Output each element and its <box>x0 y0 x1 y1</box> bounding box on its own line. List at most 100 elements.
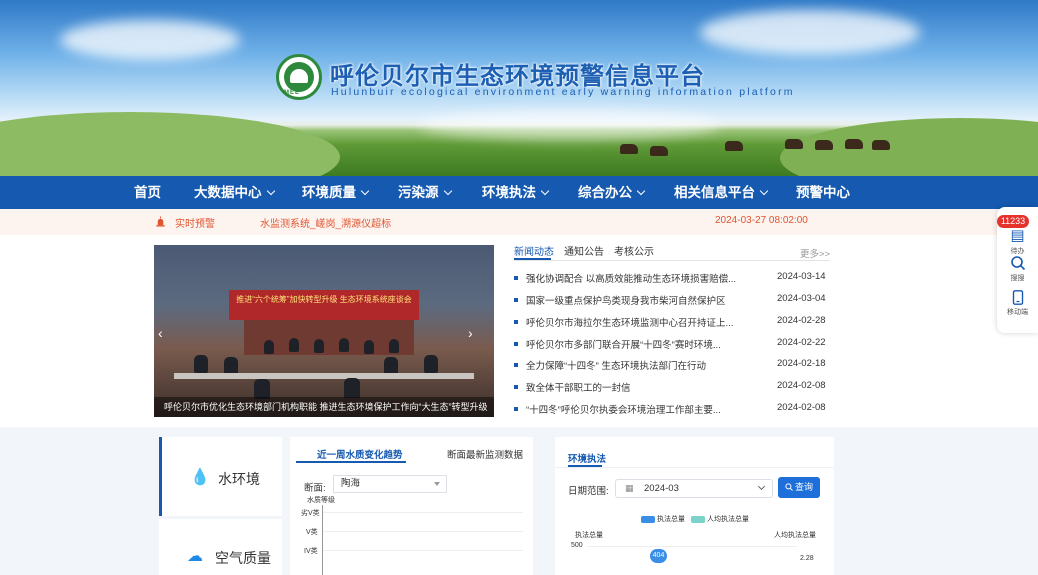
logo-emblem-icon <box>284 62 314 92</box>
news-date: 2024-03-04 <box>777 293 826 304</box>
divider <box>555 467 834 468</box>
nav-item-warning-center[interactable]: 预警中心 <box>796 176 850 209</box>
news-list-item[interactable]: “十四冬”呼伦贝尔执委会环境治理工作部主要... 2024-02-08 <box>514 402 830 418</box>
nav-item-bigdata[interactable]: 大数据中心 <box>194 176 275 209</box>
news-title: 全力保障“十四冬” 生态环境执法部门在行动 <box>526 361 706 372</box>
horse-decoration <box>620 144 638 154</box>
news-list-item[interactable]: 强化协调配合 以高质效能推动生态环境损害赔偿... 2024-03-14 <box>514 271 830 287</box>
attendee-figure <box>289 338 299 352</box>
legend-swatch <box>691 515 705 523</box>
nav-item-home[interactable]: 首页 <box>134 176 161 209</box>
calendar-icon: ▦ <box>625 483 634 493</box>
bullet-icon <box>514 342 518 346</box>
news-title: 致全体干部职工的一封信 <box>526 383 631 394</box>
legend-item: 人均执法总量 <box>691 514 749 524</box>
chevron-down-icon <box>759 186 769 196</box>
panel-title: 环境执法 <box>568 454 607 465</box>
cloud-icon: ☁ <box>187 548 203 565</box>
search-icon <box>1010 256 1025 271</box>
side-menu-water[interactable]: 💧 水环境 <box>159 437 282 516</box>
right-tick-label: 2.28 <box>800 555 814 562</box>
legend-item: 执法总量 <box>641 514 685 524</box>
meeting-banner-text: 推进“六个统筹”加快转型升级 生态环境系统座谈会 <box>236 295 412 304</box>
month-picker[interactable]: ▦ 2024-03 <box>615 479 773 498</box>
chevron-down-icon <box>636 186 646 196</box>
mobile-button[interactable]: 移动端 <box>997 290 1038 317</box>
section-select[interactable]: 陶海 <box>333 475 447 493</box>
legend-swatch <box>641 515 655 523</box>
caret-down-icon <box>434 482 440 486</box>
news-list-item[interactable]: 全力保障“十四冬” 生态环境执法部门在行动 2024-02-18 <box>514 358 830 374</box>
cloud-decoration <box>420 110 720 140</box>
bullet-icon <box>514 276 518 280</box>
active-tab-indicator <box>296 461 406 463</box>
news-title: 呼伦贝尔市多部门联合开展“十四冬”赛时环境... <box>526 340 721 351</box>
news-date: 2024-02-18 <box>777 358 826 369</box>
section-label: 断面: <box>304 483 326 494</box>
carousel-caption[interactable]: 呼伦贝尔市优化生态环境部门机构职能 推进生态环境保护工作向“大生态”转型升级 <box>154 397 494 417</box>
cloud-decoration <box>60 20 240 60</box>
nav-item-office[interactable]: 综合办公 <box>578 176 646 209</box>
hill-decoration <box>0 112 340 176</box>
todo-button[interactable]: ▤ 待办 <box>997 228 1038 256</box>
tab-assessment[interactable]: 考核公示 <box>614 243 654 258</box>
nav-item-pollution[interactable]: 污染源 <box>398 176 452 209</box>
search-button[interactable]: 搜搜 <box>997 255 1038 283</box>
mobile-icon <box>1012 290 1023 305</box>
news-list-item[interactable]: 呼伦贝尔市多部门联合开展“十四冬”赛时环境... 2024-02-22 <box>514 337 830 353</box>
y-tick-label: V类 <box>306 529 318 536</box>
alert-time: 2024-03-27 08:02:00 <box>715 215 808 226</box>
water-icon: 💧 <box>190 469 210 486</box>
chevron-down-icon <box>266 186 275 196</box>
horse-decoration <box>650 146 668 156</box>
attendee-figure <box>344 378 360 398</box>
news-title: 呼伦贝尔市海拉尔生态环境监测中心召开持证上... <box>526 318 734 329</box>
horse-decoration <box>845 139 863 149</box>
header-banner: MEE 呼伦贝尔市生态环境预警信息平台 Hulunbuir ecological… <box>0 0 1038 176</box>
carousel-next-button[interactable]: › <box>468 325 478 341</box>
site-subtitle: Hulunbuir ecological environment early w… <box>331 86 795 98</box>
news-date: 2024-02-08 <box>777 402 826 413</box>
nav-item-env-quality[interactable]: 环境质量 <box>302 176 370 209</box>
y-axis-title: 水质等级 <box>307 497 335 504</box>
logo-text: MEE <box>284 90 301 96</box>
news-list-item[interactable]: 致全体干部职工的一封信 2024-02-08 <box>514 380 830 396</box>
alert-label: 实时预警 <box>175 219 215 230</box>
grid-line <box>323 531 523 532</box>
tab-notices[interactable]: 通知公告 <box>564 243 604 258</box>
alert-message[interactable]: 水监测系统_嵯岗_溯源仪超标 <box>260 215 391 230</box>
grid-line <box>587 546 797 547</box>
nav-item-related-platforms[interactable]: 相关信息平台 <box>674 176 769 209</box>
tab-latest-data[interactable]: 断面最新监测数据 <box>447 447 523 461</box>
clipboard-icon: ▤ <box>1010 227 1025 244</box>
bullet-icon <box>514 363 518 367</box>
date-range-label: 日期范围: <box>568 486 609 497</box>
grid-line <box>323 512 523 513</box>
horse-decoration <box>815 140 833 150</box>
side-menu-label: 水环境 <box>218 471 260 487</box>
realtime-alert-bar: 实时预警 水监测系统_嵯岗_溯源仪超标 2024-03-27 08:02:00 <box>0 209 1038 235</box>
bullet-icon <box>514 385 518 389</box>
tab-weekly-trend[interactable]: 近一周水质变化趋势 <box>317 447 403 461</box>
tab-news[interactable]: 新闻动态 <box>514 243 554 258</box>
query-button[interactable]: 查询 <box>778 477 820 498</box>
news-more-link[interactable]: 更多>> <box>800 246 830 260</box>
news-carousel[interactable]: 推进“六个统筹”加快转型升级 生态环境系统座谈会 ‹ › 呼伦贝尔市优化生态环境… <box>154 245 494 417</box>
news-title: 强化协调配合 以高质效能推动生态环境损害赔偿... <box>526 274 737 285</box>
bar-value-label: 404 <box>650 549 667 563</box>
alarm-icon <box>156 216 165 227</box>
water-quality-panel: 近一周水质变化趋势 断面最新监测数据 断面: 陶海 水质等级 劣V类 V类 IV… <box>290 437 533 575</box>
side-menu-label: 空气质量 <box>215 550 271 566</box>
side-menu-air[interactable]: ☁ 空气质量 <box>159 519 282 575</box>
attendee-figure <box>339 338 349 352</box>
carousel-prev-button[interactable]: ‹ <box>158 325 168 341</box>
attendee-figure <box>424 355 438 373</box>
nav-item-enforcement[interactable]: 环境执法 <box>482 176 550 209</box>
right-axis-title: 人均执法总量 <box>774 532 816 539</box>
grid-line <box>323 550 523 551</box>
attendee-figure <box>364 340 374 354</box>
news-title: 国家一级重点保护鸟类现身我市柴河自然保护区 <box>526 296 726 307</box>
y-tick-label: IV类 <box>304 548 318 555</box>
news-list-item[interactable]: 国家一级重点保护鸟类现身我市柴河自然保护区 2024-03-04 <box>514 293 830 309</box>
news-list-item[interactable]: 呼伦贝尔市海拉尔生态环境监测中心召开持证上... 2024-02-28 <box>514 315 830 331</box>
